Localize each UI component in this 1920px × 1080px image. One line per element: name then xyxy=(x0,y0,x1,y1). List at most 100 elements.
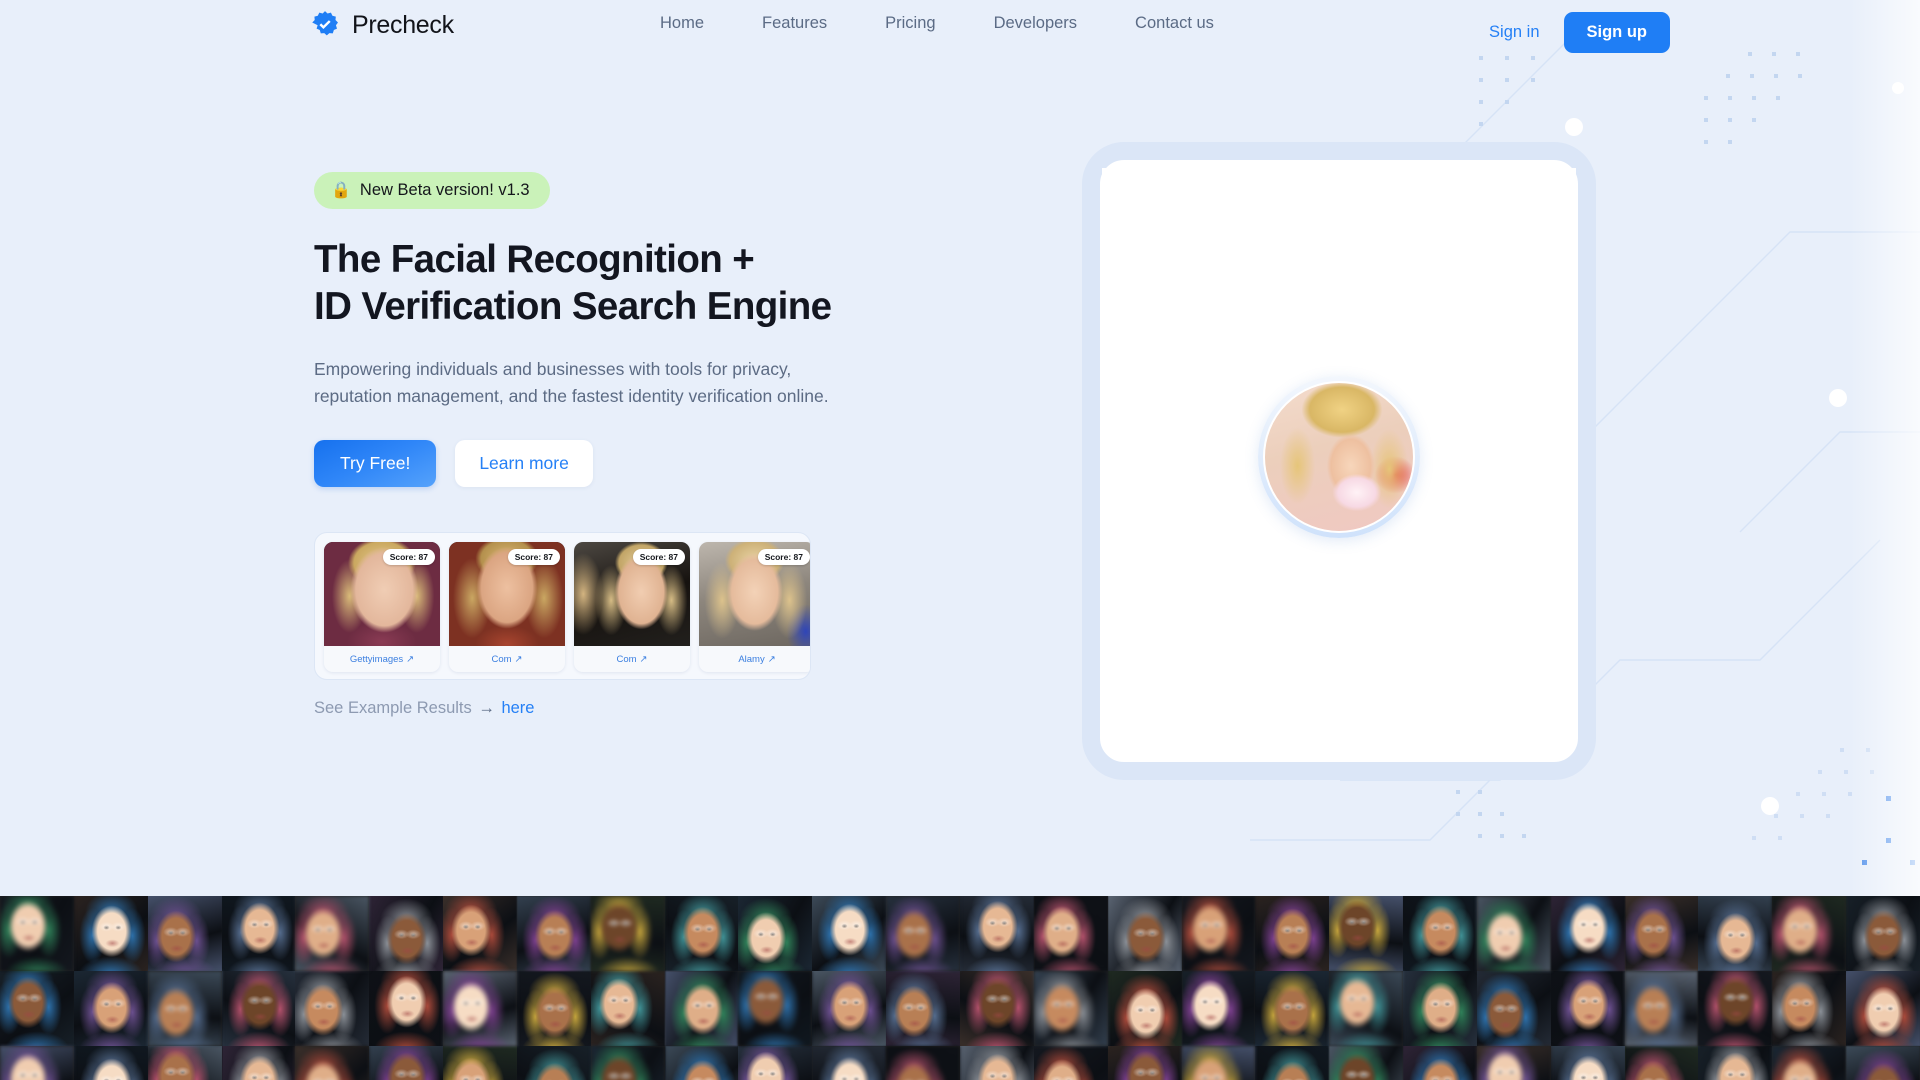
result-card[interactable]: Score: 87 Com ↗ xyxy=(574,542,690,672)
example-results-label: See Example Results xyxy=(314,699,472,717)
face-thumbnail xyxy=(1476,971,1551,1046)
page-title-line-2: ID Verification Search Engine xyxy=(314,285,832,328)
nav-item-home[interactable]: Home xyxy=(660,14,704,33)
result-card[interactable]: Score: 87 Gettyimages ↗ xyxy=(324,542,440,672)
face-thumbnail xyxy=(664,1046,739,1080)
face-thumbnail xyxy=(812,1046,887,1080)
face-thumbnail xyxy=(886,1046,960,1080)
result-source-label: Alamy xyxy=(738,653,765,665)
example-results-line: See Example Results → here xyxy=(314,699,954,718)
result-source[interactable]: Alamy ↗ xyxy=(699,646,810,672)
nav-item-contact-us[interactable]: Contact us xyxy=(1135,14,1214,33)
face-thumbnail xyxy=(738,896,813,971)
face-thumbnail xyxy=(147,971,222,1046)
face-thumbnail xyxy=(73,971,148,1046)
face-thumbnail xyxy=(369,896,444,971)
result-thumbnail: Score: 87 xyxy=(699,542,810,646)
result-source[interactable]: Com ↗ xyxy=(574,646,690,672)
example-results-link[interactable]: here xyxy=(501,699,534,717)
face-thumbnail xyxy=(590,1046,665,1080)
face-thumbnail xyxy=(1403,971,1477,1046)
result-card[interactable]: Score: 87 Com ↗ xyxy=(449,542,565,672)
face-mosaic-gallery xyxy=(0,896,1920,1080)
learn-more-button[interactable]: Learn more xyxy=(455,440,593,487)
face-thumbnail xyxy=(0,1046,74,1080)
face-thumbnail xyxy=(1181,1046,1256,1080)
beta-badge-label: New Beta version! v1.3 xyxy=(359,181,530,199)
face-thumbnail xyxy=(516,896,591,971)
face-thumbnail xyxy=(1033,1046,1108,1080)
face-thumbnail xyxy=(1550,971,1625,1046)
result-thumbnail: Score: 87 xyxy=(324,542,440,646)
face-thumbnail xyxy=(369,971,444,1046)
external-link-icon: ↗ xyxy=(639,653,648,665)
face-thumbnail xyxy=(1255,971,1330,1046)
face-thumbnail xyxy=(1329,896,1404,971)
example-results-strip: Score: 87 Gettyimages ↗ Score: 87 Com ↗ xyxy=(314,532,811,680)
result-source[interactable]: Com ↗ xyxy=(449,646,565,672)
face-thumbnail xyxy=(1846,971,1920,1046)
nav-item-features[interactable]: Features xyxy=(762,14,827,33)
verified-badge-icon xyxy=(312,11,338,36)
face-thumbnail xyxy=(1846,1046,1920,1080)
face-thumbnail xyxy=(1624,896,1699,971)
avatar xyxy=(1263,381,1415,533)
external-link-icon: ↗ xyxy=(514,653,523,665)
face-thumbnail xyxy=(1624,1046,1699,1080)
face-thumbnail xyxy=(1550,1046,1625,1080)
face-thumbnail xyxy=(1181,971,1256,1046)
nav-item-developers[interactable]: Developers xyxy=(994,14,1077,33)
face-thumbnail xyxy=(1403,896,1477,971)
face-thumbnail xyxy=(959,896,1034,971)
face-thumbnail xyxy=(369,1046,444,1080)
hero-content: 🔒 New Beta version! v1.3 The Facial Reco… xyxy=(314,172,954,718)
face-thumbnail xyxy=(295,971,370,1046)
external-link-icon: ↗ xyxy=(406,653,415,665)
face-thumbnail xyxy=(1772,896,1847,971)
face-thumbnail xyxy=(1698,1046,1773,1080)
face-thumbnail xyxy=(664,896,739,971)
face-thumbnail xyxy=(1698,896,1773,971)
face-thumbnail xyxy=(738,1046,813,1080)
face-thumbnail xyxy=(1772,1046,1847,1080)
face-thumbnail xyxy=(959,971,1034,1046)
face-thumbnail xyxy=(812,971,887,1046)
result-source[interactable]: Gettyimages ↗ xyxy=(324,646,440,672)
face-thumbnail xyxy=(738,971,813,1046)
face-thumbnail xyxy=(221,896,296,971)
face-thumbnail xyxy=(73,896,148,971)
landing-page: Precheck Home Features Pricing Developer… xyxy=(0,0,1920,1080)
result-card[interactable]: Score: 87 Alamy ↗ xyxy=(699,542,810,672)
face-thumbnail xyxy=(147,896,222,971)
right-arrow-icon: → xyxy=(478,699,495,717)
face-thumbnail xyxy=(221,971,296,1046)
face-thumbnail xyxy=(1550,896,1625,971)
face-thumbnail xyxy=(1181,896,1256,971)
result-source-label: Com xyxy=(616,653,637,665)
face-thumbnail xyxy=(1107,896,1182,971)
face-thumbnail xyxy=(1033,971,1108,1046)
beta-version-badge: 🔒 New Beta version! v1.3 xyxy=(314,172,550,209)
sign-in-link[interactable]: Sign in xyxy=(1489,23,1539,42)
face-thumbnail xyxy=(1329,1046,1404,1080)
face-thumbnail xyxy=(812,896,887,971)
face-thumbnail xyxy=(443,971,517,1046)
face-thumbnail xyxy=(443,896,517,971)
face-thumbnail xyxy=(221,1046,296,1080)
nav-item-pricing[interactable]: Pricing xyxy=(885,14,935,33)
score-badge: Score: 87 xyxy=(632,549,685,565)
face-thumbnail xyxy=(1772,971,1847,1046)
brand-name: Precheck xyxy=(352,10,454,39)
try-free-button[interactable]: Try Free! xyxy=(314,440,437,487)
sign-up-button[interactable]: Sign up xyxy=(1563,12,1670,53)
face-thumbnail xyxy=(1476,896,1551,971)
face-thumbnail xyxy=(0,896,74,971)
brand-logo[interactable]: Precheck xyxy=(310,10,454,40)
page-subtitle-line-1: Empowering individuals and businesses wi… xyxy=(314,359,792,379)
page-subtitle: Empowering individuals and businesses wi… xyxy=(314,356,894,410)
face-thumbnail xyxy=(1255,896,1330,971)
top-navigation-bar: Precheck Home Features Pricing Developer… xyxy=(0,0,1920,64)
face-thumbnail xyxy=(1107,1046,1182,1080)
face-thumbnail xyxy=(1476,1046,1551,1080)
face-thumbnail xyxy=(1698,971,1773,1046)
